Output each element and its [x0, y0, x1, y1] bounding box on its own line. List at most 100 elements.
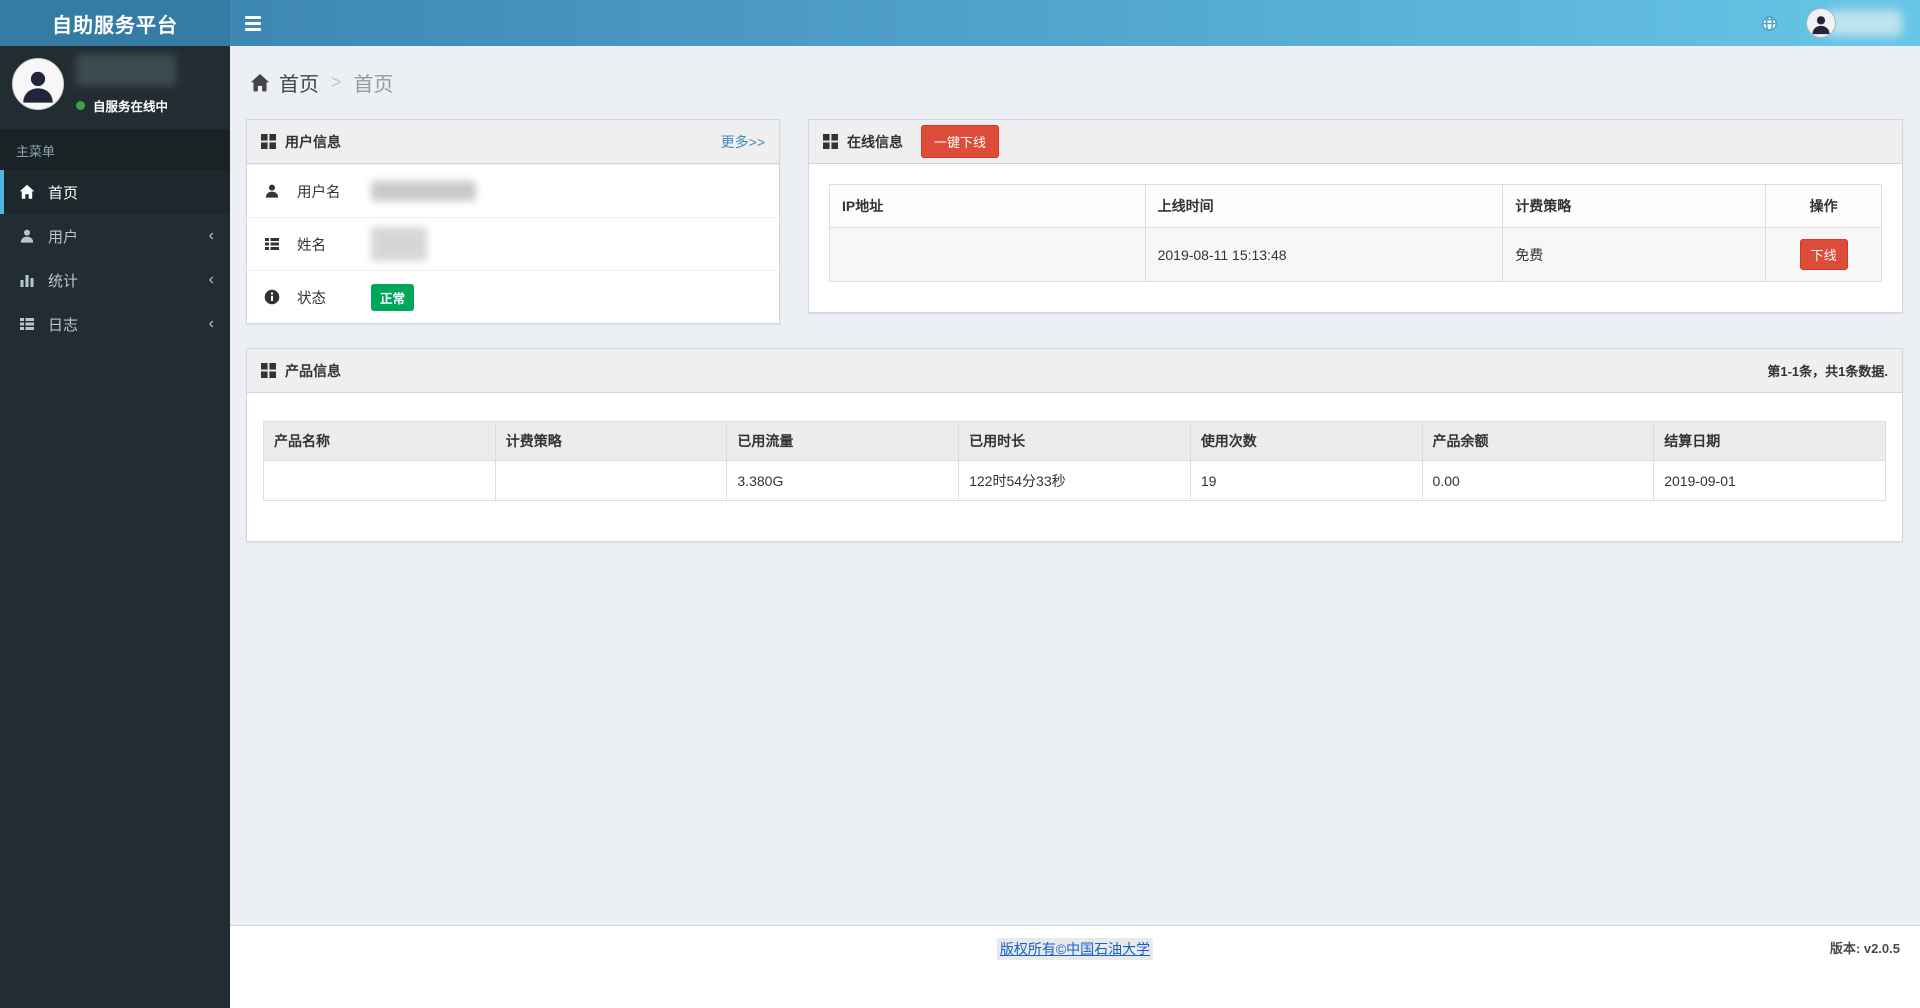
product-info-panel: 产品信息 第1-1条，共1条数据. 产品名称 计费策略 已用流量 已用时长 使用… — [246, 348, 1903, 542]
th-large-icon — [823, 134, 838, 149]
online-sessions-table: IP地址 上线时间 计费策略 操作 2019-08-11 15:13:48 免费 — [829, 184, 1882, 282]
top-panels-row: 用户信息 更多>> 用户名 姓名 — [246, 119, 1903, 324]
time-used-cell: 122时54分33秒 — [959, 461, 1191, 501]
list-icon — [263, 236, 281, 252]
th-large-icon — [261, 363, 276, 378]
sidebar-user-meta: 自服务在线中 — [76, 58, 176, 115]
billing-policy-cell: 免费 — [1503, 228, 1766, 282]
home-icon — [250, 73, 270, 93]
copyright-link[interactable]: 版权所有©中国石油大学 — [997, 938, 1153, 960]
app-logo[interactable]: 自助服务平台 — [0, 0, 230, 46]
online-info-panel-header: 在线信息 一键下线 — [809, 120, 1902, 164]
sidebar-item-label: 首页 — [48, 182, 78, 203]
user-icon — [16, 228, 38, 244]
column-header-policy: 计费策略 — [1503, 185, 1766, 228]
kick-offline-button[interactable]: 下线 — [1800, 239, 1848, 270]
home-icon — [16, 184, 38, 200]
chevron-left-icon: ‹ — [209, 228, 214, 244]
user-info-row-status: 状态 正常 — [247, 270, 779, 323]
user-info-panel: 用户信息 更多>> 用户名 姓名 — [246, 119, 780, 324]
panel-title: 用户信息 — [285, 132, 341, 152]
field-label: 状态 — [297, 287, 355, 308]
sidebar-item-users[interactable]: 用户 ‹ — [0, 214, 230, 258]
online-time-cell: 2019-08-11 15:13:48 — [1145, 228, 1503, 282]
column-header-balance: 产品余额 — [1422, 422, 1654, 461]
traffic-used-cell: 3.380G — [727, 461, 959, 501]
user-info-panel-header: 用户信息 更多>> — [247, 120, 779, 164]
online-info-panel: 在线信息 一键下线 IP地址 上线时间 计费策略 操作 — [808, 119, 1903, 313]
info-circle-icon — [263, 289, 281, 305]
pagination-info: 第1-1条，共1条数据. — [1767, 361, 1888, 380]
panel-title: 产品信息 — [285, 361, 341, 381]
sidebar-item-stats[interactable]: 统计 ‹ — [0, 258, 230, 302]
column-header-usage-count: 使用次数 — [1190, 422, 1422, 461]
online-info-body: IP地址 上线时间 计费策略 操作 2019-08-11 15:13:48 免费 — [809, 164, 1902, 312]
billing-policy-cell — [495, 461, 727, 501]
column-header-time-used: 已用时长 — [959, 422, 1191, 461]
breadcrumb-current: 首页 — [354, 68, 394, 97]
status-badge: 正常 — [371, 284, 414, 311]
globe-icon[interactable] — [1754, 8, 1784, 38]
chevron-left-icon: ‹ — [209, 316, 214, 332]
breadcrumb-root[interactable]: 首页 — [279, 68, 319, 97]
settlement-date-cell: 2019-09-01 — [1654, 461, 1886, 501]
product-info-panel-header: 产品信息 第1-1条，共1条数据. — [247, 349, 1902, 393]
panel-title: 在线信息 — [847, 132, 903, 152]
main-content: 首页 > 首页 用户信息 更多>> 用户名 — [230, 46, 1920, 925]
online-status: 自服务在线中 — [76, 96, 176, 115]
column-header-time: 上线时间 — [1145, 185, 1503, 228]
sidebar-item-label: 用户 — [48, 226, 78, 247]
column-header-settlement-date: 结算日期 — [1654, 422, 1886, 461]
name-value-redacted — [371, 227, 427, 261]
sidebar-menu: 首页 用户 ‹ 统计 ‹ 日志 ‹ — [0, 170, 230, 346]
sidebar-item-label: 统计 — [48, 270, 78, 291]
column-header-ip: IP地址 — [830, 185, 1146, 228]
footer: 版权所有©中国石油大学 版本: v2.0.5 — [230, 925, 1920, 1008]
column-header-billing-policy: 计费策略 — [495, 422, 727, 461]
sidebar-menu-header: 主菜单 — [0, 129, 230, 170]
column-header-traffic-used: 已用流量 — [727, 422, 959, 461]
online-status-dot-icon — [76, 101, 85, 110]
table-row: 3.380G 122时54分33秒 19 0.00 2019-09-01 — [264, 461, 1886, 501]
user-icon — [263, 183, 281, 199]
chevron-left-icon: ‹ — [209, 272, 214, 288]
sidebar-item-label: 日志 — [48, 314, 78, 335]
th-large-icon — [261, 134, 276, 149]
user-info-row-username: 用户名 — [247, 164, 779, 217]
ip-cell — [830, 228, 1146, 282]
username-value-redacted — [371, 181, 476, 201]
sidebar-toggle-button[interactable] — [230, 0, 276, 46]
field-label: 用户名 — [297, 181, 355, 202]
sidebar-user-panel: 自服务在线中 — [0, 46, 230, 129]
avatar — [12, 58, 64, 110]
sidebar-username-redacted — [76, 54, 176, 86]
version-label: 版本: v2.0.5 — [1830, 938, 1900, 957]
field-label: 姓名 — [297, 234, 355, 255]
products-table: 产品名称 计费策略 已用流量 已用时长 使用次数 产品余额 结算日期 — [263, 421, 1886, 501]
column-header-action: 操作 — [1766, 185, 1882, 228]
person-icon — [19, 68, 57, 106]
action-cell: 下线 — [1766, 228, 1882, 282]
topbar — [230, 0, 1920, 46]
balance-cell: 0.00 — [1422, 461, 1654, 501]
sidebar-item-home[interactable]: 首页 — [0, 170, 230, 214]
table-row: 2019-08-11 15:13:48 免费 下线 — [830, 228, 1882, 282]
online-status-label: 自服务在线中 — [93, 96, 168, 115]
breadcrumb-separator: > — [331, 72, 342, 93]
topbar-right — [1754, 8, 1920, 38]
product-info-body: 产品名称 计费策略 已用流量 已用时长 使用次数 产品余额 结算日期 — [247, 393, 1902, 541]
list-icon — [16, 316, 38, 332]
user-menu[interactable] — [1806, 8, 1902, 38]
sidebar: 自助服务平台 自服务在线中 主菜单 首页 — [0, 0, 230, 1008]
bar-chart-icon — [16, 272, 38, 288]
product-name-cell — [264, 461, 496, 501]
usage-count-cell: 19 — [1190, 461, 1422, 501]
user-avatar-icon — [1806, 8, 1836, 38]
topbar-username-redacted — [1828, 10, 1902, 36]
more-link[interactable]: 更多>> — [721, 132, 765, 152]
breadcrumb: 首页 > 首页 — [246, 60, 1903, 97]
kick-all-offline-button[interactable]: 一键下线 — [921, 125, 999, 158]
column-header-product-name: 产品名称 — [264, 422, 496, 461]
sidebar-item-logs[interactable]: 日志 ‹ — [0, 302, 230, 346]
app-window: 自助服务平台 自服务在线中 主菜单 首页 — [0, 0, 1920, 1008]
